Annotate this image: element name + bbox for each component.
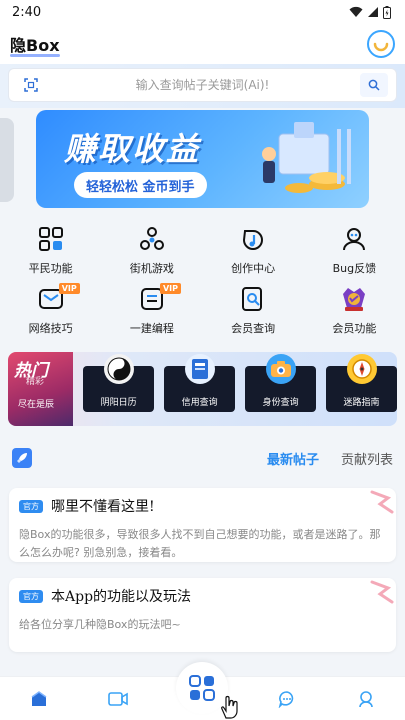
chat-icon: [278, 690, 294, 708]
tool-yinyang-calendar[interactable]: 阴阳日历: [83, 354, 155, 412]
grid-label: 街机游戏: [129, 262, 174, 275]
vip-badge: VIP: [159, 283, 181, 294]
wifi-icon: [349, 6, 363, 17]
tool-label: 阴阳日历: [100, 398, 137, 408]
post-header: 官方 哪里不懂看这里!: [9, 488, 396, 516]
grid-label: 一建编程: [129, 322, 174, 335]
grid-item-civilian[interactable]: 平民功能: [0, 222, 101, 282]
apps-grid-icon: [189, 674, 216, 701]
tool-label: 身份查询: [262, 398, 299, 408]
official-badge: 官方: [19, 499, 43, 513]
grid-label: Bug反馈: [332, 262, 377, 275]
grid-label: 网络技巧: [28, 322, 73, 335]
official-badge: 官方: [19, 589, 43, 603]
hot-panel[interactable]: 热门 精彩 尽在是辰: [8, 352, 74, 426]
battery-icon: [383, 5, 391, 19]
app-title-text: 隐Box: [10, 36, 60, 55]
post-body: 隐Box的功能很多，导致很多人找不到自己想要的功能，或者是迷路了。那么怎么办呢?…: [19, 528, 381, 559]
hand-cursor-icon: [221, 695, 238, 719]
rocket-icon: [17, 453, 27, 463]
scan-button[interactable]: [17, 73, 45, 97]
tab-latest-posts[interactable]: 最新帖子: [267, 449, 319, 468]
scan-icon: [24, 78, 38, 92]
music-note-icon: [238, 224, 268, 254]
camera-icon: [265, 354, 296, 384]
grid-label: 会员查询: [231, 322, 276, 335]
search-bar: [0, 64, 405, 108]
squares-icon: [36, 224, 66, 254]
tools-strip: 热门 精彩 尽在是辰 阴阳日历 信用查询 身份查询 迷路指南: [8, 352, 397, 426]
ribbon-decoration-icon: [370, 580, 394, 604]
tool-credit-query[interactable]: 信用查询: [164, 354, 236, 412]
tool-label: 信用查询: [181, 398, 218, 408]
search-input[interactable]: [45, 78, 360, 92]
search-button[interactable]: [360, 73, 388, 97]
banner-title: 赚取收益: [64, 130, 201, 168]
tab-contribution-list[interactable]: 贡献列表: [341, 449, 393, 468]
post-title: 本App的功能以及玩法: [51, 589, 192, 605]
grid-item-member-query[interactable]: 会员查询: [203, 282, 304, 344]
book-icon: [184, 354, 215, 384]
search-icon: [368, 79, 380, 91]
nav-messages[interactable]: [267, 679, 307, 719]
grid-item-network-tips[interactable]: VIP 网络技巧: [0, 282, 101, 344]
hot-subtitle: 精彩: [26, 377, 45, 387]
grid-label: 平民功能: [28, 262, 73, 275]
promo-banner[interactable]: 赚取收益 轻轻松松 金币到手: [36, 110, 369, 208]
hot-caption: 尽在是辰: [18, 400, 55, 410]
grid-item-bug-feedback[interactable]: Bug反馈: [304, 222, 405, 282]
avatar[interactable]: [367, 30, 395, 58]
status-icons: [349, 5, 391, 19]
grid-item-member-features[interactable]: 会员功能: [304, 282, 405, 344]
grid-label: 创作中心: [231, 262, 276, 275]
post-title: 哪里不懂看这里!: [51, 499, 155, 515]
loading-ring-icon: [373, 42, 389, 52]
crown-badge-icon: [339, 284, 369, 314]
rocket-button[interactable]: [12, 448, 32, 468]
grid-item-arcade[interactable]: 街机游戏: [101, 222, 202, 282]
grid-item-creation[interactable]: 创作中心: [203, 222, 304, 282]
search-doc-icon: [238, 284, 268, 314]
side-drawer-handle[interactable]: [0, 118, 14, 202]
nav-video[interactable]: [98, 679, 138, 719]
video-icon: [108, 691, 128, 706]
post-card[interactable]: 官方 哪里不懂看这里! 隐Box的功能很多，导致很多人找不到自己想要的功能，或者…: [9, 488, 396, 562]
app-header: 隐Box: [0, 24, 405, 64]
search-box: [8, 68, 397, 102]
status-time: 2:40: [12, 4, 42, 20]
signal-icon: [368, 7, 378, 17]
post-body: 给各位分享几种隐Box的玩法吧~: [19, 618, 181, 631]
ribbon-decoration-icon: [370, 490, 394, 514]
status-bar: 2:40: [0, 0, 405, 24]
post-card[interactable]: 官方 本App的功能以及玩法 给各位分享几种隐Box的玩法吧~: [9, 578, 396, 652]
vip-badge: VIP: [58, 283, 80, 294]
profile-icon: [358, 690, 373, 707]
nav-home[interactable]: [19, 679, 59, 719]
tool-label: 迷路指南: [343, 398, 380, 408]
app-title: 隐Box: [10, 32, 60, 56]
tool-identity-query[interactable]: 身份查询: [245, 354, 317, 412]
nav-profile[interactable]: [346, 679, 386, 719]
tool-lost-guide[interactable]: 迷路指南: [326, 354, 397, 412]
person-icon: [339, 224, 369, 254]
banner-subtitle: 轻轻松松 金币到手: [74, 172, 207, 198]
feature-grid: 平民功能 街机游戏 创作中心 Bug反馈 VIP 网络技巧 VIP 一建编程 会…: [0, 222, 405, 348]
grid-label: 会员功能: [332, 322, 377, 335]
gamepad-icon: [137, 224, 167, 254]
grid-item-programming[interactable]: VIP 一建编程: [101, 282, 202, 344]
yinyang-icon: [103, 354, 134, 384]
home-icon: [31, 690, 47, 706]
compass-icon: [346, 354, 377, 384]
posts-tabs: 最新帖子 贡献列表: [0, 438, 405, 478]
post-header: 官方 本App的功能以及玩法: [9, 578, 396, 606]
bottom-nav: [0, 661, 405, 720]
coins-illustration-icon: [262, 122, 351, 193]
